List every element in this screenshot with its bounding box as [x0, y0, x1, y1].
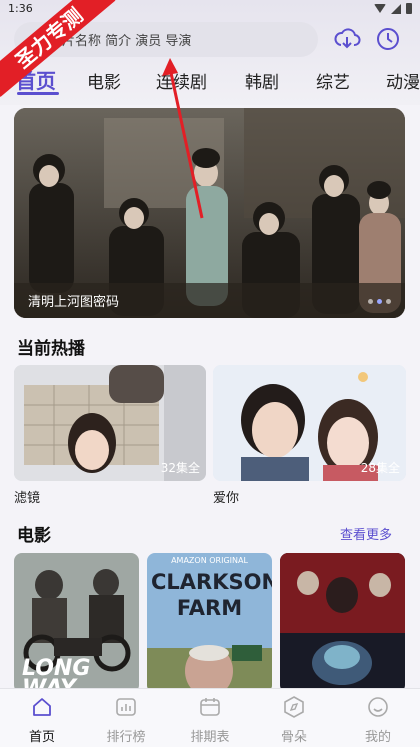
battery-icon [406, 3, 412, 14]
nav-label: 排期表 [190, 730, 230, 745]
tab-movies[interactable]: 电影 [87, 68, 121, 93]
status-icons [374, 3, 412, 14]
nav-label: 骨朵 [280, 730, 307, 745]
card-title: 爱你 [213, 491, 240, 506]
bottom-navigation: 首页 排行榜 排期表 骨朵 我的 [0, 688, 420, 747]
nav-schedule[interactable]: 排期表 [168, 689, 252, 747]
signal-icon [391, 3, 401, 14]
movie-poster-card[interactable]: AMAZON ORIGINAL CLARKSON'S FARM [147, 553, 272, 693]
tab-series[interactable]: 连续剧 [156, 68, 207, 93]
tab-indicator [17, 92, 59, 95]
nav-ranking[interactable]: 排行榜 [84, 689, 168, 747]
tab-variety[interactable]: 综艺 [316, 68, 350, 93]
section-title-movies: 电影 [17, 526, 51, 546]
status-time: 1:36 [8, 2, 33, 15]
calendar-icon [200, 698, 220, 716]
nav-label: 我的 [364, 730, 391, 745]
nav-discover[interactable]: 骨朵 [252, 689, 336, 747]
nav-label: 首页 [28, 730, 55, 745]
episode-badge: 28集全 [360, 461, 400, 475]
card-title: 滤镜 [14, 491, 41, 506]
banner-page-indicator [368, 299, 391, 304]
home-icon [33, 698, 51, 716]
tab-anime[interactable]: 动漫 [386, 68, 420, 93]
banner-caption: 清明上河图密码 [28, 295, 120, 310]
banner-dot-active [377, 299, 382, 304]
see-more-link[interactable]: 查看更多 [340, 524, 392, 543]
history-clock-icon[interactable] [374, 25, 402, 53]
smile-icon [368, 697, 388, 717]
movie-poster-label: AMAZON ORIGINAL [171, 556, 248, 565]
movie-poster-image [280, 553, 405, 693]
movie-poster-card[interactable]: LONG WAY HOME [14, 553, 139, 693]
banner-dot [386, 299, 391, 304]
episode-badge: 32集全 [160, 461, 200, 475]
category-tabs: 首页 电影 连续剧 韩剧 综艺 动漫 [0, 62, 420, 100]
movie-poster-card[interactable] [280, 553, 405, 693]
banner-carousel[interactable]: 清明上河图密码 [14, 108, 405, 318]
section-title-now-playing: 当前热播 [17, 339, 85, 359]
nav-label: 排行榜 [106, 730, 146, 745]
compass-icon [284, 696, 304, 718]
search-placeholder: 片名称 简介 演员 导演 [62, 34, 192, 49]
now-playing-card[interactable]: 32集全 滤镜 [14, 365, 206, 506]
tab-korean[interactable]: 韩剧 [245, 68, 279, 93]
nav-profile[interactable]: 我的 [336, 689, 420, 747]
now-playing-card[interactable]: 28集全 爱你 [213, 365, 406, 506]
banner-image [14, 108, 405, 318]
cloud-download-icon[interactable] [333, 25, 361, 53]
banner-dot [368, 299, 373, 304]
nav-home[interactable]: 首页 [0, 689, 84, 747]
movie-poster-title: CLARKSON'S FARM [151, 570, 272, 620]
wifi-icon [374, 4, 386, 13]
chart-icon [116, 698, 136, 716]
